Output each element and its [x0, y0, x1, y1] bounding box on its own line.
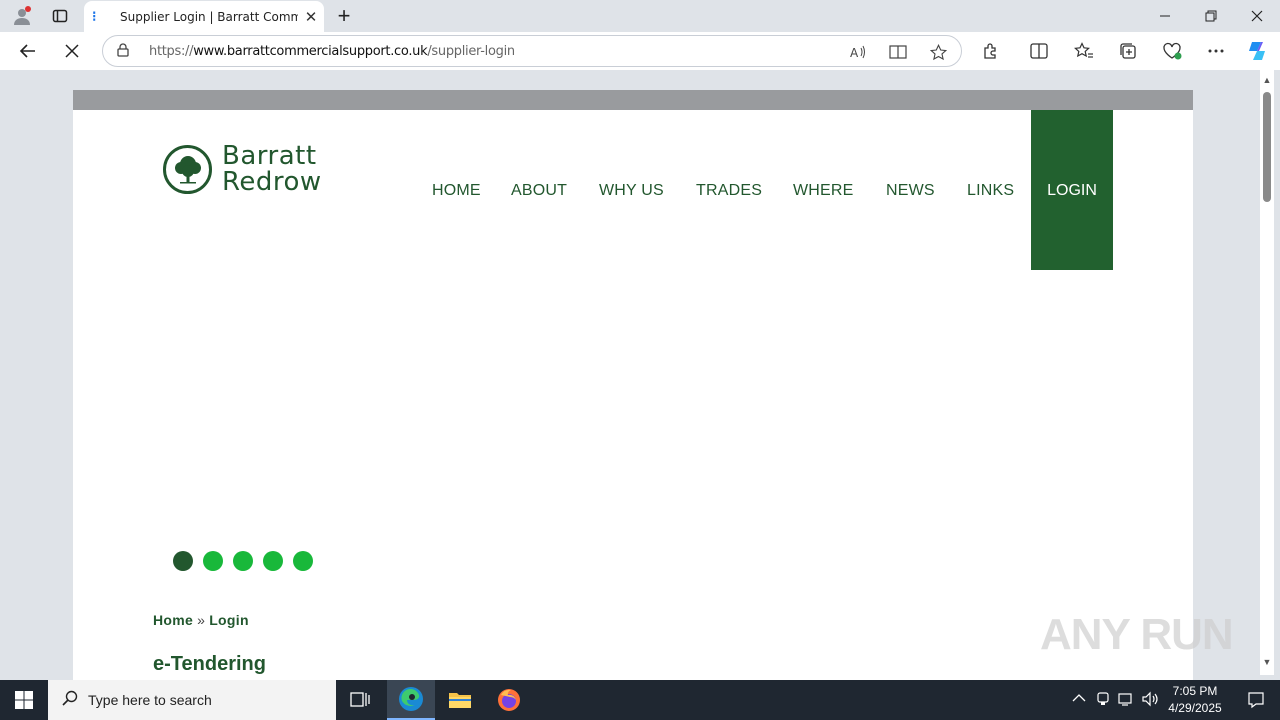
profile-icon[interactable] — [4, 2, 40, 30]
tab-bar: ⁝ Supplier Login | Barratt Commercial Su… — [0, 0, 1280, 32]
browser-essentials-icon[interactable] — [1156, 36, 1188, 66]
start-button[interactable] — [0, 680, 48, 720]
nav-why-us[interactable]: WHY US — [599, 182, 664, 200]
nav-about[interactable]: ABOUT — [511, 182, 567, 200]
address-bar[interactable]: https://www.barrattcommercialsupport.co.… — [102, 35, 962, 67]
favorite-star-icon[interactable] — [927, 42, 949, 62]
meet-now-icon[interactable] — [1096, 691, 1110, 710]
nav-news[interactable]: NEWS — [886, 182, 935, 200]
web-page: Barratt Redrow HOME ABOUT WHY US TRADES … — [73, 90, 1193, 680]
volume-icon[interactable] — [1142, 691, 1160, 710]
loading-spinner-icon: ⁝ — [92, 8, 97, 24]
url-host: www.barrattcommercialsupport.co.uk — [193, 44, 428, 59]
split-screen-icon[interactable] — [1023, 36, 1055, 66]
nav-login[interactable]: LOGIN — [1031, 110, 1113, 270]
back-button[interactable] — [12, 36, 44, 66]
collections-icon[interactable] — [1112, 36, 1144, 66]
clock-time: 7:05 PM — [1172, 684, 1218, 698]
nav-login-label: LOGIN — [1047, 182, 1097, 199]
stop-loading-button[interactable] — [56, 36, 88, 66]
minimize-button[interactable] — [1142, 0, 1188, 32]
edge-taskbar-icon[interactable] — [387, 680, 435, 720]
scroll-up-icon[interactable]: ▲ — [1262, 74, 1272, 86]
url-path: /supplier-login — [427, 44, 515, 59]
slider-dot-2[interactable] — [203, 551, 223, 571]
taskbar-clock[interactable]: 7:05 PM 4/29/2025 — [1160, 683, 1230, 717]
close-window-button[interactable] — [1234, 0, 1280, 32]
scrollbar-thumb[interactable] — [1263, 92, 1271, 202]
windows-taskbar: Type here to search 7:05 PM 4/29/2025 — [0, 680, 1280, 720]
breadcrumb-separator: » — [197, 612, 206, 628]
breadcrumb-home[interactable]: Home — [153, 612, 193, 628]
url-text[interactable]: https://www.barrattcommercialsupport.co.… — [149, 44, 515, 59]
navigation-toolbar: https://www.barrattcommercialsupport.co.… — [0, 32, 1280, 70]
lock-icon[interactable] — [117, 43, 129, 60]
page-top-bar — [73, 90, 1193, 110]
slider-dot-3[interactable] — [233, 551, 253, 571]
tab-title: Supplier Login | Barratt Commercial Supp… — [120, 9, 298, 24]
read-aloud-icon[interactable]: A — [847, 42, 869, 62]
more-options-icon[interactable] — [1200, 36, 1232, 66]
search-icon — [62, 690, 78, 711]
new-tab-button[interactable]: + — [326, 2, 362, 30]
search-placeholder: Type here to search — [88, 692, 212, 708]
page-heading: e-Tendering — [153, 653, 266, 675]
extensions-icon[interactable] — [975, 36, 1007, 66]
page-viewport: Barratt Redrow HOME ABOUT WHY US TRADES … — [0, 70, 1280, 680]
slider-dot-1[interactable] — [173, 551, 193, 571]
tab-active[interactable]: ⁝ Supplier Login | Barratt Commercial Su… — [84, 1, 324, 32]
nav-links[interactable]: LINKS — [967, 182, 1014, 200]
scroll-down-icon[interactable]: ▼ — [1262, 656, 1272, 668]
show-hidden-icons-icon[interactable] — [1072, 691, 1086, 706]
nav-home[interactable]: HOME — [432, 182, 481, 200]
taskbar-search[interactable]: Type here to search — [48, 680, 336, 720]
clock-date: 4/29/2025 — [1168, 701, 1222, 715]
nav-trades[interactable]: TRADES — [696, 182, 762, 200]
task-view-icon[interactable] — [336, 680, 384, 720]
vertical-scrollbar[interactable]: ▲ ▼ — [1260, 70, 1274, 675]
favorites-icon[interactable] — [1068, 36, 1100, 66]
breadcrumb-current[interactable]: Login — [209, 612, 249, 628]
url-scheme: https:// — [149, 44, 194, 59]
breadcrumb: Home» Login — [153, 612, 249, 628]
nav-where[interactable]: WHERE — [793, 182, 854, 200]
copilot-icon[interactable] — [1241, 36, 1273, 66]
firefox-icon[interactable] — [485, 680, 533, 720]
file-explorer-icon[interactable] — [436, 680, 484, 720]
immersive-reader-icon[interactable] — [887, 42, 909, 62]
close-tab-icon[interactable]: ✕ — [302, 8, 320, 26]
restore-button[interactable] — [1188, 0, 1234, 32]
main-navigation: HOME ABOUT WHY US TRADES WHERE NEWS LINK… — [73, 110, 1193, 270]
anyrun-watermark: ANY RUN — [1040, 610, 1234, 659]
svg-text:A: A — [850, 46, 859, 59]
network-icon[interactable] — [1118, 691, 1134, 710]
tab-actions-icon[interactable] — [42, 2, 78, 30]
notification-center-icon[interactable] — [1232, 680, 1280, 720]
slider-dot-4[interactable] — [263, 551, 283, 571]
slider-dot-5[interactable] — [293, 551, 313, 571]
